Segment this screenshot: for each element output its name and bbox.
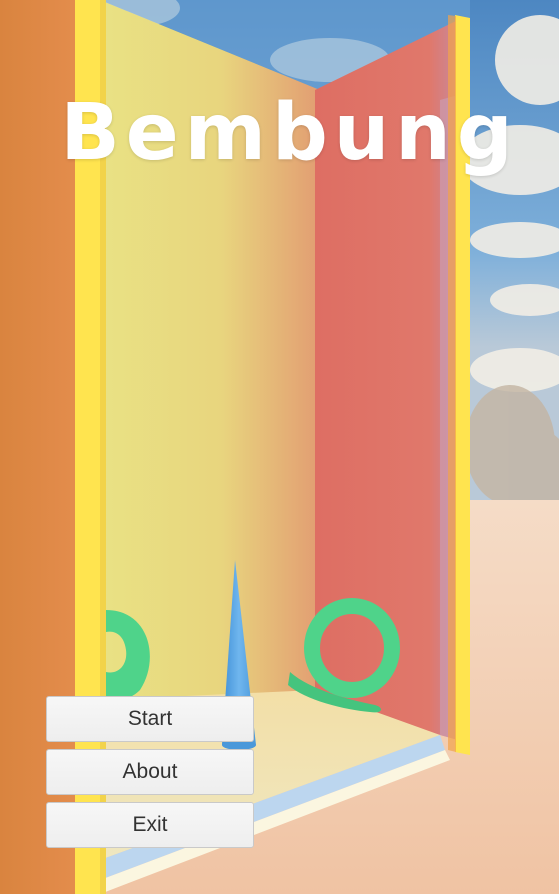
about-button[interactable]: About <box>46 749 254 795</box>
start-button[interactable]: Start <box>46 696 254 742</box>
main-menu: Start About Exit <box>46 696 254 855</box>
game-scene: Bembung Start About Exit <box>0 0 559 894</box>
exit-button[interactable]: Exit <box>46 802 254 848</box>
game-title: Bembung <box>60 88 519 178</box>
